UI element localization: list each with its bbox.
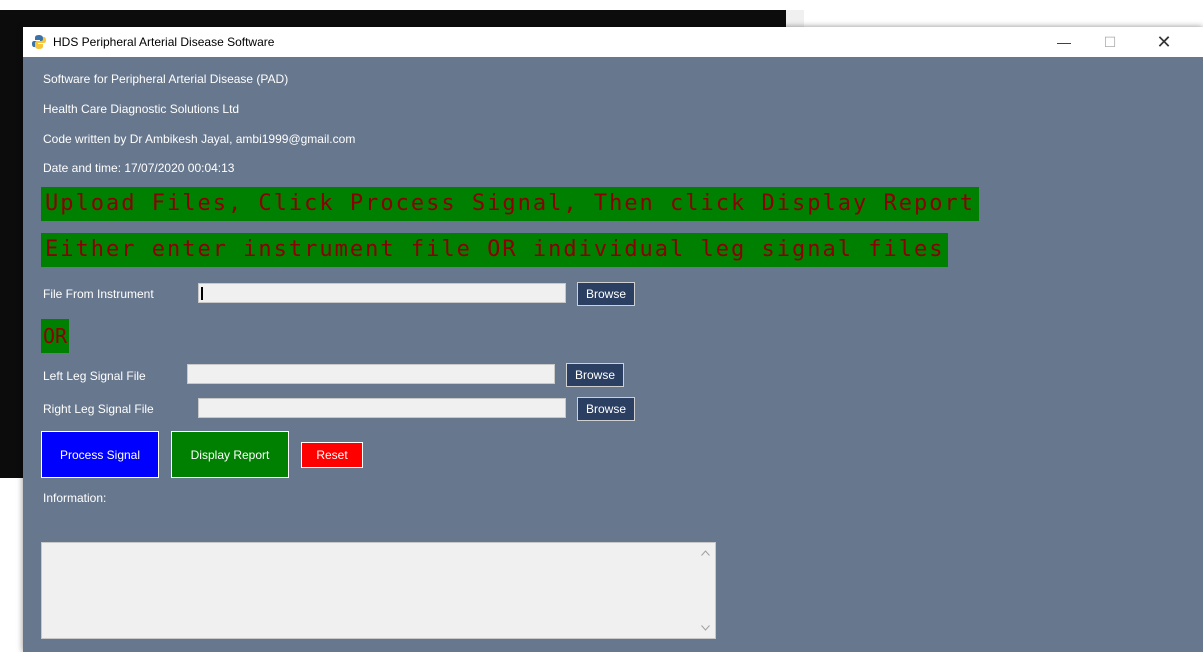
minimize-button[interactable]: —: [1041, 27, 1087, 57]
or-banner: OR: [41, 319, 70, 353]
right-leg-file-label: Right Leg Signal File: [43, 402, 154, 416]
information-textarea[interactable]: [41, 542, 716, 639]
text-cursor: [201, 287, 203, 300]
date-time: Date and time: 17/07/2020 00:04:13: [43, 161, 235, 175]
display-report-button[interactable]: Display Report: [171, 431, 289, 478]
process-signal-button[interactable]: Process Signal: [41, 431, 159, 478]
author-credit: Code written by Dr Ambikesh Jayal, ambi1…: [43, 132, 356, 146]
left-leg-file-label: Left Leg Signal File: [43, 369, 146, 383]
maximize-button[interactable]: ☐: [1087, 27, 1133, 57]
window-content: Software for Peripheral Arterial Disease…: [23, 57, 1203, 652]
main-window: HDS Peripheral Arterial Disease Software…: [23, 27, 1203, 652]
right-leg-file-input[interactable]: [198, 398, 566, 418]
python-logo-icon: [32, 35, 46, 49]
reset-button[interactable]: Reset: [301, 442, 363, 468]
title-bar[interactable]: HDS Peripheral Arterial Disease Software…: [23, 27, 1203, 57]
company-name: Health Care Diagnostic Solutions Ltd: [43, 102, 240, 116]
left-leg-browse-button[interactable]: Browse: [566, 363, 624, 387]
instrument-browse-button[interactable]: Browse: [577, 282, 635, 306]
chevron-down-icon[interactable]: [699, 622, 711, 634]
left-leg-file-input[interactable]: [187, 364, 555, 384]
window-title: HDS Peripheral Arterial Disease Software: [53, 35, 275, 49]
desktop-strip: [0, 0, 1203, 10]
chevron-up-icon[interactable]: [699, 547, 711, 559]
information-label: Information:: [43, 491, 107, 505]
close-button[interactable]: ✕: [1141, 27, 1187, 57]
software-description: Software for Peripheral Arterial Disease…: [43, 72, 289, 86]
either-banner: Either enter instrument file OR individu…: [41, 233, 949, 267]
instructions-banner: Upload Files, Click Process Signal, Then…: [41, 187, 979, 221]
instrument-file-label: File From Instrument: [43, 287, 154, 301]
right-leg-browse-button[interactable]: Browse: [577, 397, 635, 421]
instrument-file-input[interactable]: [198, 283, 566, 303]
